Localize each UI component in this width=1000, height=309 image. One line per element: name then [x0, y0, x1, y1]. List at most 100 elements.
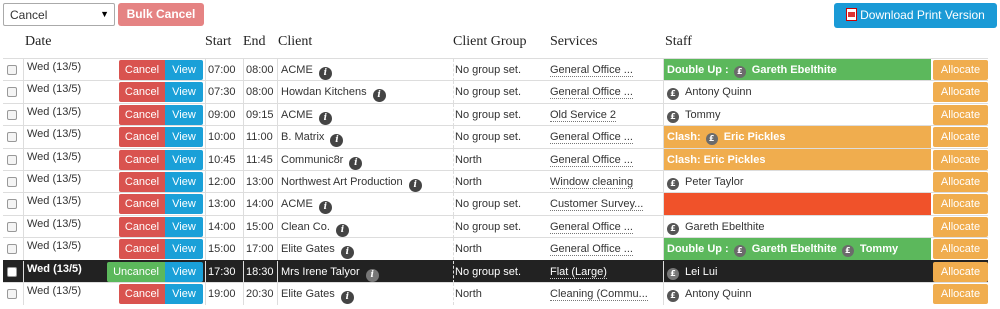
client-name[interactable]: Northwest Art Production	[281, 176, 403, 188]
row-checkbox[interactable]	[7, 65, 17, 75]
pdf-icon	[846, 8, 858, 21]
info-icon[interactable]: i	[408, 179, 422, 192]
client-name[interactable]: ACME	[281, 109, 313, 121]
allocate-button[interactable]: Allocate	[933, 284, 988, 304]
service-name[interactable]: Old Service 2	[550, 108, 617, 122]
client-name[interactable]: Communic8r	[281, 154, 343, 166]
view-button[interactable]: View	[165, 149, 203, 170]
uncancel-button[interactable]: Uncancel	[107, 261, 165, 282]
staff-name: Lei Lui	[685, 265, 718, 278]
staff-name: Gareth Ebelthite	[685, 220, 765, 233]
date-cell: Wed (13/5)	[23, 171, 118, 193]
person-icon: £	[733, 245, 746, 258]
table-row: Wed (13/5) Cancel View 07:00 08:00 ACME i No gr…	[3, 58, 988, 81]
allocate-button[interactable]: Allocate	[933, 149, 988, 170]
cancel-button[interactable]: Cancel	[119, 194, 165, 215]
staff-status-label: Double Up :	[667, 64, 732, 76]
cancel-button[interactable]: Cancel	[119, 82, 165, 103]
allocate-button[interactable]: Allocate	[933, 127, 988, 148]
download-print-version-button[interactable]: Download Print Version	[834, 3, 997, 28]
info-icon[interactable]: i	[349, 156, 363, 170]
allocate-button[interactable]: Allocate	[933, 239, 988, 260]
service-name[interactable]: Cleaning (Commu...	[550, 288, 648, 301]
cancel-button[interactable]: Cancel	[119, 216, 165, 237]
service-name[interactable]: General Office ...	[550, 131, 633, 145]
client-group: No group set.	[453, 103, 549, 126]
client-group: North	[453, 238, 549, 261]
service-name[interactable]: General Office ...	[550, 86, 633, 100]
cancel-button[interactable]: Cancel	[119, 239, 165, 260]
service-name[interactable]: General Office ...	[550, 243, 633, 257]
date-cell: Wed (13/5)	[23, 215, 118, 238]
client-cell: B. Matrix i	[277, 126, 451, 149]
view-button[interactable]: View	[165, 216, 203, 237]
allocate-button[interactable]: Allocate	[933, 60, 988, 80]
client-name[interactable]: B. Matrix	[281, 131, 324, 143]
info-icon[interactable]: i	[335, 223, 349, 237]
info-icon[interactable]: i	[330, 134, 344, 148]
info-icon[interactable]: i	[372, 89, 386, 103]
client-name[interactable]: Elite Gates	[281, 243, 335, 255]
staff-name: Peter Taylor	[685, 176, 744, 188]
row-checkbox[interactable]	[7, 244, 17, 255]
allocate-button[interactable]: Allocate	[933, 216, 988, 237]
cancel-button[interactable]: Cancel	[119, 172, 165, 192]
row-checkbox[interactable]	[7, 109, 17, 120]
view-button[interactable]: View	[165, 284, 203, 304]
chevron-down-icon: ▼	[100, 9, 109, 19]
client-name[interactable]: ACME	[281, 64, 313, 76]
info-icon[interactable]: i	[340, 291, 354, 304]
row-checkbox[interactable]	[7, 87, 17, 98]
service-name[interactable]: Flat (Large)	[550, 265, 607, 279]
info-icon[interactable]: i	[318, 201, 332, 215]
client-group: No group set.	[453, 59, 549, 81]
view-button[interactable]: View	[165, 194, 203, 215]
person-icon: £	[667, 267, 679, 280]
view-button[interactable]: View	[165, 82, 203, 103]
client-name[interactable]: ACME	[281, 198, 313, 210]
allocate-button[interactable]: Allocate	[933, 104, 988, 125]
date-cell: Wed (13/5)	[23, 81, 118, 104]
info-icon[interactable]: i	[318, 111, 332, 125]
cancel-button[interactable]: Cancel	[119, 60, 165, 80]
view-button[interactable]: View	[165, 127, 203, 148]
allocate-button[interactable]: Allocate	[933, 261, 988, 282]
row-checkbox[interactable]	[7, 289, 17, 299]
service-name[interactable]: General Office ...	[550, 220, 633, 234]
row-checkbox[interactable]	[7, 199, 17, 210]
view-button[interactable]: View	[165, 104, 203, 125]
end-time: 18:30	[243, 260, 277, 283]
row-checkbox[interactable]	[7, 266, 17, 277]
allocate-button[interactable]: Allocate	[933, 194, 988, 215]
cancel-button[interactable]: Cancel	[119, 284, 165, 304]
client-name[interactable]: Elite Gates	[281, 288, 335, 300]
cancel-button[interactable]: Cancel	[119, 104, 165, 125]
info-icon[interactable]: i	[340, 246, 354, 260]
client-name[interactable]: Mrs Irene Talyor	[281, 266, 360, 278]
client-name[interactable]: Howdan Kitchens	[281, 86, 367, 98]
bulk-action-select-value: Cancel	[10, 8, 48, 22]
view-button[interactable]: View	[165, 261, 203, 282]
view-button[interactable]: View	[165, 172, 203, 192]
row-checkbox[interactable]	[7, 154, 17, 165]
info-icon[interactable]: i	[365, 268, 379, 282]
staff-name: Tommy	[859, 243, 899, 256]
view-button[interactable]: View	[165, 239, 203, 260]
cancel-button[interactable]: Cancel	[119, 149, 165, 170]
row-checkbox[interactable]	[7, 221, 17, 232]
service-name[interactable]: Customer Survey...	[550, 198, 644, 212]
client-name[interactable]: Clean Co.	[281, 221, 330, 233]
cancel-button[interactable]: Cancel	[119, 127, 165, 148]
service-name[interactable]: General Office ...	[550, 153, 633, 167]
allocate-button[interactable]: Allocate	[933, 172, 988, 192]
service-name[interactable]: Window cleaning	[550, 176, 634, 189]
bulk-cancel-button[interactable]: Bulk Cancel	[118, 3, 204, 26]
bulk-action-select[interactable]: Cancel ▼	[3, 3, 115, 26]
row-checkbox[interactable]	[7, 132, 17, 143]
client-group: North	[453, 283, 549, 305]
service-name[interactable]: General Office ...	[550, 64, 633, 77]
allocate-button[interactable]: Allocate	[933, 82, 988, 103]
info-icon[interactable]: i	[318, 67, 332, 80]
row-checkbox[interactable]	[7, 177, 17, 187]
view-button[interactable]: View	[165, 60, 203, 80]
